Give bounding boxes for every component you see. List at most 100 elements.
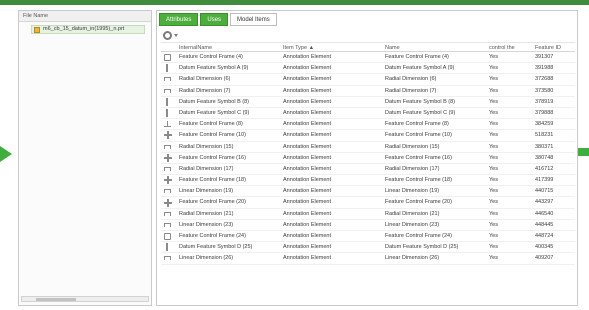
cell-internal-name: Feature Control Frame (4) bbox=[179, 54, 243, 60]
table-row[interactable]: Feature Control Frame (24) Annotation Ele… bbox=[161, 231, 575, 243]
table-row[interactable]: Radial Dimension (15) Annotation Element R… bbox=[161, 142, 575, 153]
cell-internal-name: Feature Control Frame (16) bbox=[179, 154, 246, 161]
cell-feature-id: 372688 bbox=[535, 76, 554, 83]
arrow-right-icon bbox=[577, 148, 589, 156]
file-tree-header: File Name bbox=[19, 11, 151, 22]
cell-item-type: Annotation Element bbox=[283, 154, 332, 161]
table-row[interactable]: Feature Control Frame (4) Annotation Elem… bbox=[161, 52, 575, 64]
cell-feature-id: 391988 bbox=[535, 65, 554, 72]
horizontal-scrollbar[interactable] bbox=[21, 296, 149, 302]
table-row[interactable]: Radial Dimension (21) Annotation Element R… bbox=[161, 209, 575, 220]
cell-internal-name: Feature Control Frame (18) bbox=[179, 177, 246, 184]
table-row[interactable]: Radial Dimension (7) Annotation Element Ra… bbox=[161, 86, 575, 97]
cell-internal-name: Radial Dimension (17) bbox=[179, 165, 234, 172]
cell-control: Yes bbox=[489, 233, 498, 239]
row-icon-cell bbox=[161, 97, 177, 107]
cell-item-type: Annotation Element bbox=[283, 54, 332, 60]
cell-name: Radial Dimension (7) bbox=[385, 87, 437, 94]
cell-internal-name: Datum Feature Symbol A (9) bbox=[179, 65, 249, 72]
table-row[interactable]: Datum Feature Symbol C (9) Annotation Ele… bbox=[161, 108, 575, 120]
table-row[interactable]: Linear Dimension (23) Annotation Element L… bbox=[161, 220, 575, 231]
position-icon bbox=[164, 198, 172, 207]
scrollbar-thumb[interactable] bbox=[36, 298, 76, 301]
cell-feature-id: 400345 bbox=[535, 244, 554, 251]
cell-name: Feature Control Frame (18) bbox=[385, 177, 452, 184]
cell-feature-id: 417399 bbox=[535, 177, 554, 184]
cell-internal-name: Feature Control Frame (8) bbox=[179, 121, 243, 128]
feature-control-frame-icon bbox=[164, 53, 171, 61]
header-name[interactable]: Name bbox=[383, 43, 487, 51]
radial-dimension-icon bbox=[164, 256, 171, 261]
table-row[interactable]: Datum Feature Symbol B (8) Annotation Ele… bbox=[161, 97, 575, 108]
cell-feature-id: 391307 bbox=[535, 54, 554, 60]
tab-uses[interactable]: Uses bbox=[200, 13, 229, 26]
radial-dimension-icon bbox=[164, 222, 171, 227]
model-items-grid: InternalName Item Type ▲ Name control th… bbox=[161, 42, 575, 265]
header-feature-id[interactable]: Feature ID bbox=[533, 43, 575, 51]
header-icon-column bbox=[161, 43, 177, 51]
cell-control: Yes bbox=[489, 210, 498, 217]
row-icon-cell bbox=[161, 253, 177, 263]
tree-item-file[interactable]: m6_cb_15_datum_in(1995)_n.prt bbox=[31, 25, 145, 34]
row-icon-cell bbox=[161, 74, 177, 84]
header-control[interactable]: control the bbox=[487, 43, 533, 51]
table-row[interactable]: Feature Control Frame (20) Annotation Ele… bbox=[161, 197, 575, 209]
row-icon-cell bbox=[161, 209, 177, 219]
cell-control: Yes bbox=[489, 65, 498, 72]
radial-dimension-icon bbox=[164, 166, 171, 171]
cell-internal-name: Radial Dimension (15) bbox=[179, 143, 234, 150]
cell-item-type: Annotation Element bbox=[283, 255, 332, 262]
cell-name: Feature Control Frame (10) bbox=[385, 132, 452, 139]
table-row[interactable]: Feature Control Frame (18) Annotation Ele… bbox=[161, 175, 575, 187]
tab-attributes[interactable]: Attributes bbox=[159, 13, 199, 26]
radial-dimension-icon bbox=[164, 211, 171, 216]
row-icon-cell bbox=[161, 52, 177, 62]
cell-internal-name: Feature Control Frame (10) bbox=[179, 132, 246, 139]
datum-symbol-icon bbox=[166, 97, 168, 106]
cell-name: Radial Dimension (15) bbox=[385, 143, 440, 150]
row-icon-cell bbox=[161, 186, 177, 196]
table-row[interactable]: Datum Feature Symbol D (25) Annotation El… bbox=[161, 242, 575, 254]
app-frame: File Name m6_cb_15_datum_in(1995)_n.prt … bbox=[0, 0, 589, 310]
header-item-type[interactable]: Item Type ▲ bbox=[281, 43, 383, 51]
cell-feature-id: 380371 bbox=[535, 143, 554, 150]
cell-item-type: Annotation Element bbox=[283, 244, 332, 251]
cell-control: Yes bbox=[489, 199, 498, 206]
cell-control: Yes bbox=[489, 87, 498, 94]
table-row[interactable]: Radial Dimension (17) Annotation Element R… bbox=[161, 164, 575, 176]
row-icon-cell bbox=[161, 197, 177, 207]
cell-feature-id: 443297 bbox=[535, 199, 554, 206]
cell-feature-id: 448445 bbox=[535, 221, 554, 228]
table-row[interactable]: Feature Control Frame (8) Annotation Elem… bbox=[161, 119, 575, 131]
cell-item-type: Annotation Element bbox=[283, 233, 332, 239]
cell-internal-name: Linear Dimension (26) bbox=[179, 255, 234, 262]
cell-control: Yes bbox=[489, 121, 498, 128]
cell-name: Datum Feature Symbol A (9) bbox=[385, 65, 455, 72]
row-icon-cell bbox=[161, 142, 177, 152]
grid-header-row: InternalName Item Type ▲ Name control th… bbox=[161, 42, 575, 52]
cell-control: Yes bbox=[489, 244, 498, 251]
table-row[interactable]: Feature Control Frame (16) Annotation Ele… bbox=[161, 153, 575, 164]
table-row[interactable]: Linear Dimension (19) Annotation Element L… bbox=[161, 186, 575, 198]
chevron-down-icon[interactable] bbox=[174, 33, 178, 37]
cell-feature-id: 379888 bbox=[535, 109, 554, 116]
cell-item-type: Annotation Element bbox=[283, 132, 332, 139]
table-row[interactable]: Feature Control Frame (10) Annotation Ele… bbox=[161, 130, 575, 142]
gear-icon[interactable] bbox=[163, 30, 172, 40]
cell-internal-name: Datum Feature Symbol C (9) bbox=[179, 109, 250, 116]
cell-internal-name: Radial Dimension (7) bbox=[179, 87, 231, 94]
row-icon-cell bbox=[161, 164, 177, 174]
cell-feature-id: 416712 bbox=[535, 165, 554, 172]
cell-internal-name: Datum Feature Symbol D (25) bbox=[179, 244, 253, 251]
tab-model-items[interactable]: Model Items bbox=[230, 13, 277, 26]
cell-control: Yes bbox=[489, 76, 498, 83]
cell-item-type: Annotation Element bbox=[283, 221, 332, 228]
arrow-right-icon bbox=[0, 146, 12, 162]
header-internal-name[interactable]: InternalName bbox=[177, 43, 281, 51]
table-row[interactable]: Radial Dimension (6) Annotation Element Ra… bbox=[161, 74, 575, 86]
radial-dimension-icon bbox=[164, 144, 171, 149]
table-row[interactable]: Datum Feature Symbol A (9) Annotation Ele… bbox=[161, 63, 575, 75]
radial-dimension-icon bbox=[164, 88, 171, 93]
position-icon bbox=[164, 176, 172, 185]
table-row[interactable]: Linear Dimension (26) Annotation Element L… bbox=[161, 253, 575, 265]
